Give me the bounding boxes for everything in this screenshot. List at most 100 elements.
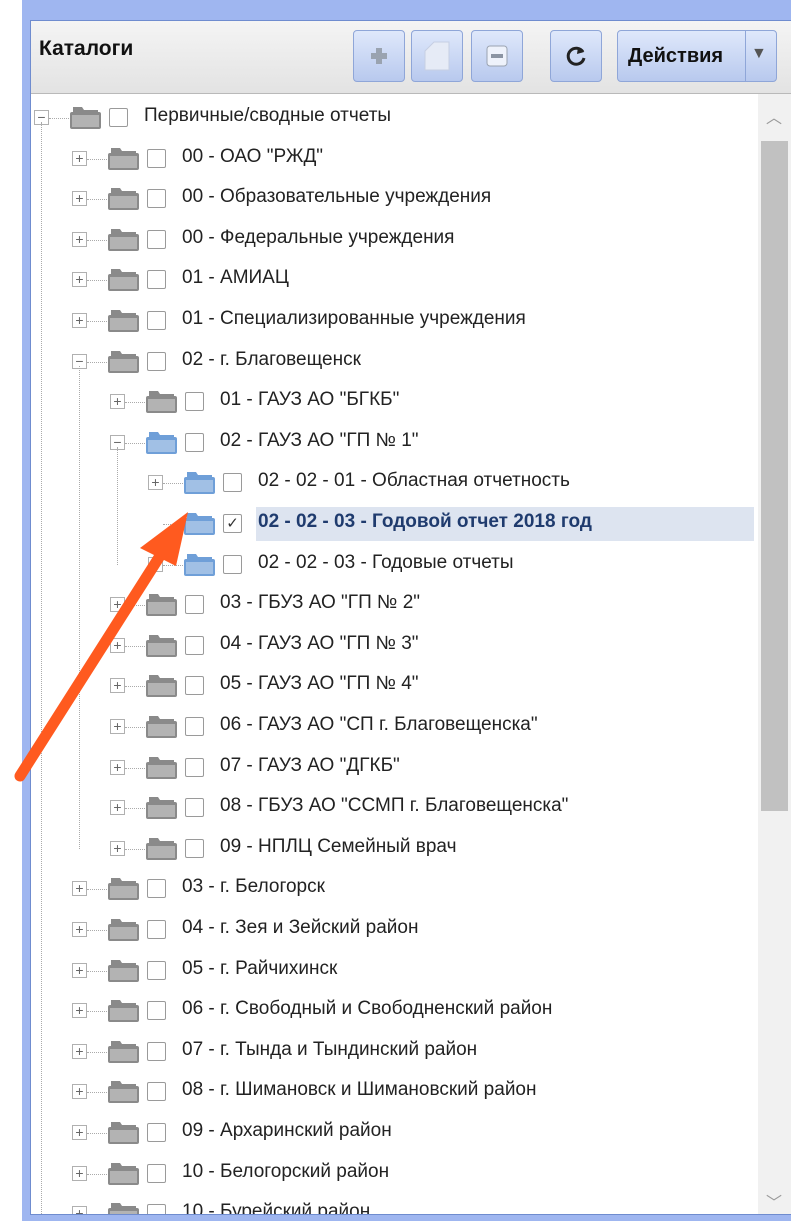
node-label[interactable]: 10 - Белогорский район	[182, 1161, 389, 1183]
node-label[interactable]: 00 - ОАО "РЖД"	[182, 146, 323, 168]
expand-toggle[interactable]: +	[72, 1043, 87, 1059]
tree-node[interactable]: − Первичные/сводные отчеты	[31, 98, 756, 138]
remove-button[interactable]	[471, 30, 523, 82]
node-label[interactable]: 07 - ГАУЗ АО "ДГКБ"	[220, 755, 400, 777]
node-checkbox[interactable]	[185, 798, 204, 818]
node-label[interactable]: 02 - 02 - 03 - Годовые отчеты	[258, 552, 514, 574]
tree-node[interactable]: +07 - г. Тында и Тындинский район	[31, 1032, 756, 1072]
node-checkbox[interactable]	[185, 717, 204, 736]
node-label[interactable]: 10 - Бурейский район	[182, 1201, 370, 1214]
expand-toggle[interactable]: +	[72, 1084, 87, 1100]
node-label[interactable]: 04 - г. Зея и Зейский район	[182, 917, 418, 939]
tree-node[interactable]: +01 - ГАУЗ АО "БГКБ"	[31, 382, 756, 422]
expand-toggle[interactable]: +	[72, 150, 87, 166]
node-label[interactable]: 02 - г. Благовещенск	[182, 349, 361, 371]
tree-node[interactable]: +09 - Архаринский район	[31, 1113, 756, 1153]
node-checkbox[interactable]	[147, 1204, 166, 1214]
expand-toggle[interactable]: +	[72, 272, 87, 288]
tree-node[interactable]: +03 - г. Белогорск	[31, 869, 756, 909]
node-checkbox[interactable]	[109, 108, 128, 127]
expand-toggle[interactable]: +	[72, 1125, 87, 1140]
expand-toggle[interactable]: +	[72, 231, 87, 247]
refresh-button[interactable]	[550, 30, 602, 82]
tree-node[interactable]: −02 - г. Благовещенск	[31, 342, 756, 382]
node-label[interactable]: 01 - ГАУЗ АО "БГКБ"	[220, 389, 399, 411]
tree-node[interactable]: +08 - ГБУЗ АО "ССМП г. Благовещенска"	[31, 788, 756, 828]
tree-node[interactable]: +07 - ГАУЗ АО "ДГКБ"	[31, 748, 756, 788]
expand-toggle[interactable]: +	[72, 1206, 87, 1214]
tree-node[interactable]: +02 - 02 - 01 - Областная отчетность	[31, 463, 756, 503]
expand-toggle[interactable]: +	[148, 556, 163, 572]
node-label[interactable]: 02 - 02 - 01 - Областная отчетность	[258, 470, 570, 492]
tree-node[interactable]: +05 - г. Райчихинск	[31, 951, 756, 991]
node-label[interactable]: 02 - ГАУЗ АО "ГП № 1"	[220, 430, 419, 452]
scrollbar-thumb[interactable]	[761, 141, 788, 811]
tree-node[interactable]: +06 - г. Свободный и Свободненский район	[31, 991, 756, 1031]
node-checkbox[interactable]	[147, 351, 166, 371]
tree-node[interactable]: +05 - ГАУЗ АО "ГП № 4"	[31, 666, 756, 706]
node-label[interactable]: 02 - 02 - 03 - Годовой отчет 2018 год	[258, 511, 592, 533]
expand-toggle[interactable]: +	[72, 962, 87, 978]
node-checkbox[interactable]	[185, 838, 204, 858]
node-label[interactable]: 06 - г. Свободный и Свободненский район	[182, 998, 552, 1020]
node-checkbox[interactable]	[223, 554, 242, 574]
tree-node[interactable]: +01 - АМИАЦ	[31, 260, 756, 300]
node-checkbox[interactable]	[147, 920, 166, 939]
edit-button[interactable]	[411, 30, 463, 82]
node-label[interactable]: 03 - ГБУЗ АО "ГП № 2"	[220, 592, 420, 614]
tree-node[interactable]: +04 - ГАУЗ АО "ГП № 3"	[31, 626, 756, 666]
scroll-down-icon[interactable]: ﹀	[766, 1189, 782, 1213]
scroll-up-icon[interactable]: ︿	[766, 104, 782, 128]
node-checkbox[interactable]	[185, 635, 204, 655]
tree-node[interactable]: +08 - г. Шимановск и Шимановский район	[31, 1072, 756, 1112]
node-label[interactable]: 01 - АМИАЦ	[182, 267, 289, 289]
expand-toggle[interactable]: +	[110, 719, 125, 734]
node-checkbox[interactable]	[147, 1041, 166, 1061]
node-label[interactable]: 09 - НПЛЦ Семейный врач	[220, 836, 456, 858]
expand-toggle[interactable]: +	[72, 881, 87, 897]
node-label[interactable]: 05 - ГАУЗ АО "ГП № 4"	[220, 673, 419, 695]
node-checkbox[interactable]	[147, 1082, 166, 1102]
node-checkbox[interactable]	[147, 311, 166, 330]
tree-node[interactable]: −02 - ГАУЗ АО "ГП № 1"	[31, 423, 756, 463]
node-checkbox[interactable]	[147, 1123, 166, 1142]
node-checkbox[interactable]	[147, 148, 166, 168]
vertical-scrollbar[interactable]: ︿ ﹀	[758, 94, 791, 1214]
expand-toggle[interactable]: +	[110, 597, 125, 613]
node-checkbox[interactable]	[147, 1001, 166, 1021]
node-checkbox[interactable]	[185, 676, 204, 696]
tree-node[interactable]: +04 - г. Зея и Зейский район	[31, 910, 756, 950]
node-checkbox[interactable]	[185, 432, 204, 452]
node-checkbox[interactable]	[185, 595, 204, 615]
node-checkbox[interactable]	[147, 960, 166, 980]
node-label[interactable]: 06 - ГАУЗ АО "СП г. Благовещенска"	[220, 714, 538, 736]
tree-node[interactable]: +10 - Бурейский район	[31, 1194, 756, 1214]
node-checkbox[interactable]	[147, 189, 166, 209]
node-checkbox[interactable]	[185, 757, 204, 777]
expand-toggle[interactable]: +	[148, 475, 163, 491]
node-label[interactable]: 07 - г. Тында и Тындинский район	[182, 1039, 477, 1061]
expand-toggle[interactable]: +	[110, 394, 125, 410]
node-label[interactable]: 05 - г. Райчихинск	[182, 958, 337, 980]
node-label[interactable]: 04 - ГАУЗ АО "ГП № 3"	[220, 633, 419, 655]
expand-toggle[interactable]: +	[72, 1003, 87, 1019]
tree-node[interactable]: +00 - Федеральные учреждения	[31, 220, 756, 260]
node-label[interactable]: 00 - Образовательные учреждения	[182, 186, 491, 208]
node-checkbox[interactable]	[147, 1163, 166, 1183]
node-checkbox[interactable]	[223, 473, 242, 493]
tree-node[interactable]: ✓ 02 - 02 - 03 - Годовой отчет 2018 год	[31, 504, 756, 544]
catalog-tree[interactable]: − Первичные/сводные отчеты +00 - ОАО "РЖД"…	[31, 94, 756, 1214]
expand-toggle[interactable]: +	[110, 840, 125, 856]
tree-node[interactable]: +01 - Специализированные учреждения	[31, 301, 756, 341]
expand-toggle[interactable]: +	[110, 800, 125, 816]
actions-dropdown[interactable]: Действия ▼	[617, 30, 777, 82]
node-label[interactable]: 09 - Архаринский район	[182, 1120, 392, 1142]
chevron-down-icon[interactable]: ▼	[751, 45, 767, 63]
node-label[interactable]: 01 - Специализированные учреждения	[182, 308, 526, 330]
node-checkbox[interactable]: ✓	[223, 514, 242, 533]
expand-toggle[interactable]: +	[72, 1165, 87, 1181]
tree-node[interactable]: +03 - ГБУЗ АО "ГП № 2"	[31, 585, 756, 625]
node-label[interactable]: 03 - г. Белогорск	[182, 876, 325, 898]
node-checkbox[interactable]	[147, 879, 166, 899]
expand-toggle[interactable]: +	[110, 637, 125, 653]
